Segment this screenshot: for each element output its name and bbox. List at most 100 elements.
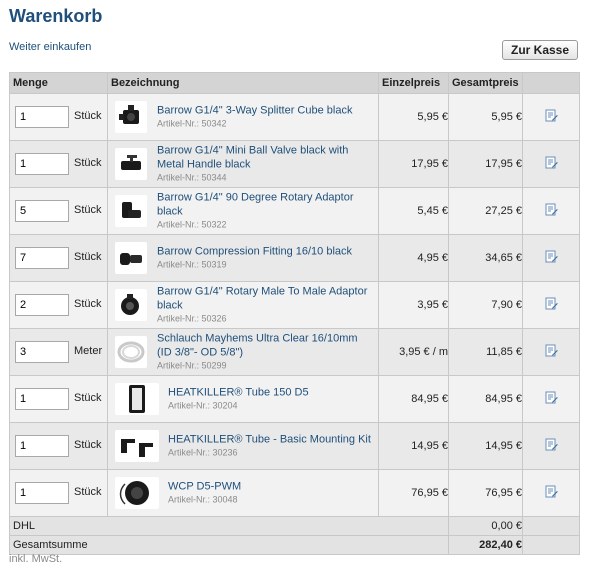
action-cell bbox=[522, 469, 580, 517]
product-name-link[interactable]: WCP D5-PWM bbox=[168, 480, 374, 494]
empty-cell bbox=[522, 516, 580, 536]
quantity-input[interactable] bbox=[15, 106, 69, 128]
table-row: Stück Barrow G1/4" 90 Degree Rotary Adap… bbox=[9, 187, 580, 235]
action-cell bbox=[522, 328, 580, 376]
pump-thumb[interactable] bbox=[115, 477, 159, 509]
ball-valve-thumb[interactable] bbox=[115, 148, 147, 180]
qty-cell: Stück bbox=[9, 281, 108, 329]
table-header-row: Menge Bezeichnung Einzelpreis Gesamtprei… bbox=[9, 72, 580, 94]
unit-label: Stück bbox=[74, 439, 102, 451]
edit-update-icon[interactable] bbox=[545, 438, 558, 451]
rotary-adaptor-thumb[interactable] bbox=[115, 195, 147, 227]
total-price: 5,95 € bbox=[448, 93, 523, 141]
edit-update-icon[interactable] bbox=[545, 391, 558, 404]
description-cell: Barrow G1/4" 90 Degree Rotary Adaptor bl… bbox=[107, 187, 379, 235]
action-cell bbox=[522, 422, 580, 470]
qty-cell: Stück bbox=[9, 422, 108, 470]
product-name-link[interactable]: Barrow G1/4" 3-Way Splitter Cube black bbox=[157, 104, 374, 118]
product-name-link[interactable]: Barrow G1/4" Mini Ball Valve black with … bbox=[157, 144, 374, 172]
qty-cell: Stück bbox=[9, 469, 108, 517]
unit-price: 3,95 € bbox=[378, 281, 449, 329]
unit-label: Stück bbox=[74, 157, 102, 169]
unit-label: Stück bbox=[74, 204, 102, 216]
unit-price: 5,45 € bbox=[378, 187, 449, 235]
header-qty: Menge bbox=[9, 72, 108, 94]
edit-update-icon[interactable] bbox=[545, 344, 558, 357]
quantity-input[interactable] bbox=[15, 388, 69, 410]
unit-price: 5,95 € bbox=[378, 93, 449, 141]
table-row: Stück Barrow G1/4" 3-Way Splitter Cube b… bbox=[9, 93, 580, 141]
total-price: 17,95 € bbox=[448, 140, 523, 188]
unit-label: Stück bbox=[74, 486, 102, 498]
qty-cell: Stück bbox=[9, 375, 108, 423]
qty-cell: Stück bbox=[9, 93, 108, 141]
header-description: Bezeichnung bbox=[107, 72, 379, 94]
article-number: Artikel-Nr.: 50319 bbox=[157, 259, 227, 270]
checkout-button[interactable]: Zur Kasse bbox=[502, 40, 578, 60]
total-price: 11,85 € bbox=[448, 328, 523, 376]
description-cell: Barrow G1/4" 3-Way Splitter Cube black A… bbox=[107, 93, 379, 141]
mounting-kit-thumb[interactable] bbox=[115, 430, 159, 462]
edit-update-icon[interactable] bbox=[545, 250, 558, 263]
product-name-link[interactable]: Schlauch Mayhems Ultra Clear 16/10mm (ID… bbox=[157, 332, 374, 360]
action-cell bbox=[522, 234, 580, 282]
product-name-link[interactable]: Barrow Compression Fitting 16/10 black bbox=[157, 245, 374, 259]
edit-update-icon[interactable] bbox=[545, 297, 558, 310]
total-price: 34,65 € bbox=[448, 234, 523, 282]
qty-cell: Meter bbox=[9, 328, 108, 376]
action-cell bbox=[522, 140, 580, 188]
empty-cell bbox=[522, 535, 580, 555]
unit-label: Stück bbox=[74, 110, 102, 122]
quantity-input[interactable] bbox=[15, 294, 69, 316]
qty-cell: Stück bbox=[9, 187, 108, 235]
action-cell bbox=[522, 93, 580, 141]
article-number: Artikel-Nr.: 30048 bbox=[168, 494, 238, 505]
edit-update-icon[interactable] bbox=[545, 109, 558, 122]
description-cell: Barrow Compression Fitting 16/10 black A… bbox=[107, 234, 379, 282]
header-total-price: Gesamtpreis bbox=[448, 72, 523, 94]
shipping-cost: 0,00 € bbox=[448, 516, 523, 536]
unit-price: 3,95 € / m bbox=[378, 328, 449, 376]
edit-update-icon[interactable] bbox=[545, 156, 558, 169]
product-name-link[interactable]: Barrow G1/4" Rotary Male To Male Adaptor… bbox=[157, 285, 374, 313]
shipping-label: DHL bbox=[9, 516, 449, 536]
edit-update-icon[interactable] bbox=[545, 485, 558, 498]
header-actions bbox=[522, 72, 580, 94]
sum-row: Gesamtsumme 282,40 € bbox=[9, 535, 580, 555]
quantity-input[interactable] bbox=[15, 482, 69, 504]
article-number: Artikel-Nr.: 30204 bbox=[168, 400, 238, 411]
article-number: Artikel-Nr.: 50344 bbox=[157, 172, 227, 183]
quantity-input[interactable] bbox=[15, 200, 69, 222]
total-price: 7,90 € bbox=[448, 281, 523, 329]
unit-price: 17,95 € bbox=[378, 140, 449, 188]
vat-note: inkl. MwSt. bbox=[9, 553, 63, 565]
splitter-cube-thumb[interactable] bbox=[115, 101, 147, 133]
description-cell: Barrow G1/4" Rotary Male To Male Adaptor… bbox=[107, 281, 379, 329]
action-cell bbox=[522, 187, 580, 235]
table-row: Stück Barrow G1/4" Mini Ball Valve black… bbox=[9, 140, 580, 188]
product-name-link[interactable]: HEATKILLER® Tube 150 D5 bbox=[168, 386, 374, 400]
compression-fitting-thumb[interactable] bbox=[115, 242, 147, 274]
unit-label: Stück bbox=[74, 298, 102, 310]
edit-update-icon[interactable] bbox=[545, 203, 558, 216]
product-name-link[interactable]: Barrow G1/4" 90 Degree Rotary Adaptor bl… bbox=[157, 191, 374, 219]
qty-cell: Stück bbox=[9, 140, 108, 188]
table-row: Stück Barrow G1/4" Rotary Male To Male A… bbox=[9, 281, 580, 329]
continue-shopping-link[interactable]: Weiter einkaufen bbox=[9, 41, 91, 53]
quantity-input[interactable] bbox=[15, 341, 69, 363]
total-price: 84,95 € bbox=[448, 375, 523, 423]
table-row: Stück HEATKILLER® Tube - Basic Mounting … bbox=[9, 422, 580, 470]
quantity-input[interactable] bbox=[15, 247, 69, 269]
product-name-link[interactable]: HEATKILLER® Tube - Basic Mounting Kit bbox=[168, 433, 374, 447]
unit-price: 76,95 € bbox=[378, 469, 449, 517]
tube-coil-thumb[interactable] bbox=[115, 336, 147, 368]
quantity-input[interactable] bbox=[15, 435, 69, 457]
table-row: Meter Schlauch Mayhems Ultra Clear 16/10… bbox=[9, 328, 580, 376]
total-price: 76,95 € bbox=[448, 469, 523, 517]
unit-label: Meter bbox=[74, 345, 103, 357]
reservoir-tube-thumb[interactable] bbox=[115, 383, 159, 415]
description-cell: Schlauch Mayhems Ultra Clear 16/10mm (ID… bbox=[107, 328, 379, 376]
male-adaptor-thumb[interactable] bbox=[115, 289, 147, 321]
quantity-input[interactable] bbox=[15, 153, 69, 175]
article-number: Artikel-Nr.: 50342 bbox=[157, 118, 227, 129]
